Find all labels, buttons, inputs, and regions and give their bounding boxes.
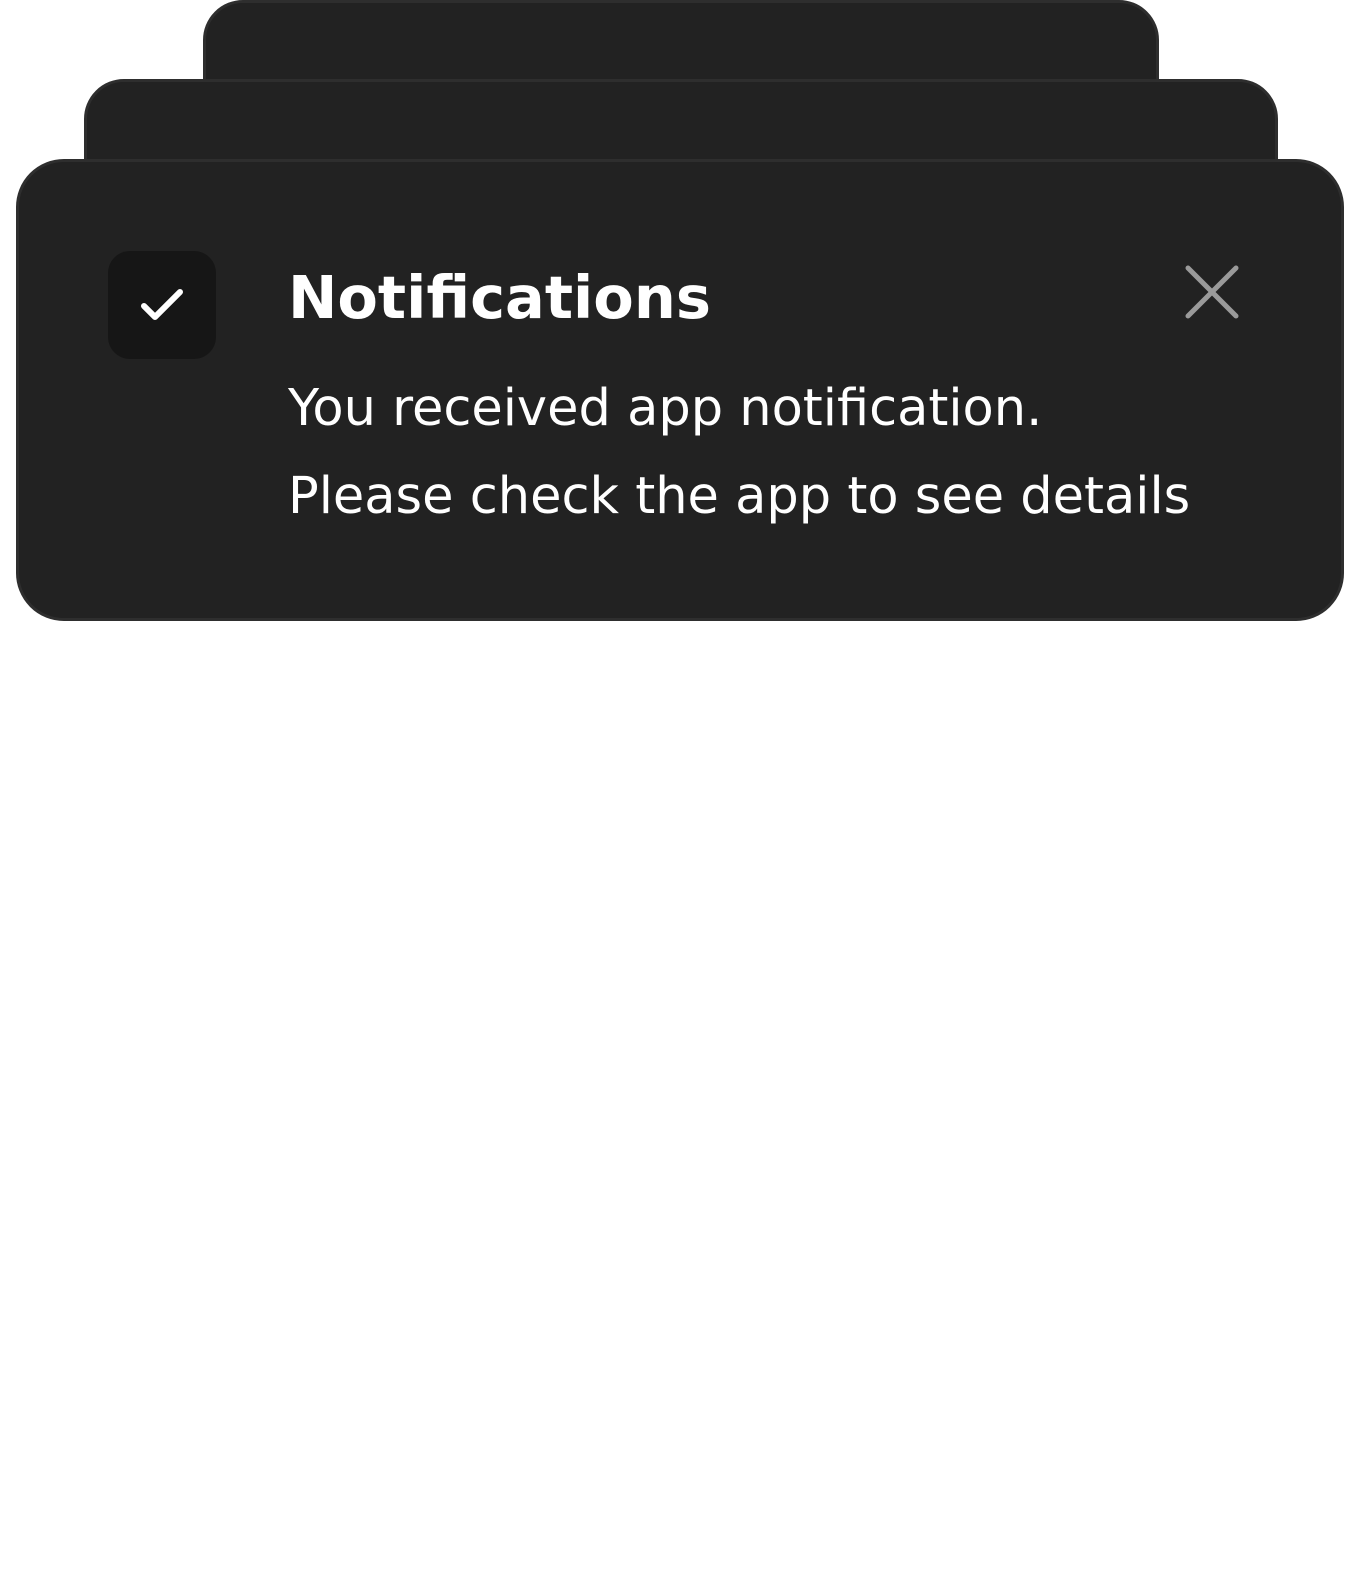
check-icon — [141, 289, 183, 320]
notification-message: You received app notification. Please ch… — [288, 365, 1190, 541]
notification-toast: Notifications You received app notificat… — [16, 159, 1344, 621]
notification-message-line-1: You received app notification. — [288, 379, 1043, 438]
notification-title: Notifications — [288, 263, 711, 332]
close-button[interactable] — [1178, 258, 1246, 326]
close-icon — [1185, 265, 1239, 319]
notification-message-line-2: Please check the app to see details — [288, 467, 1191, 526]
status-icon-tile — [108, 251, 216, 359]
